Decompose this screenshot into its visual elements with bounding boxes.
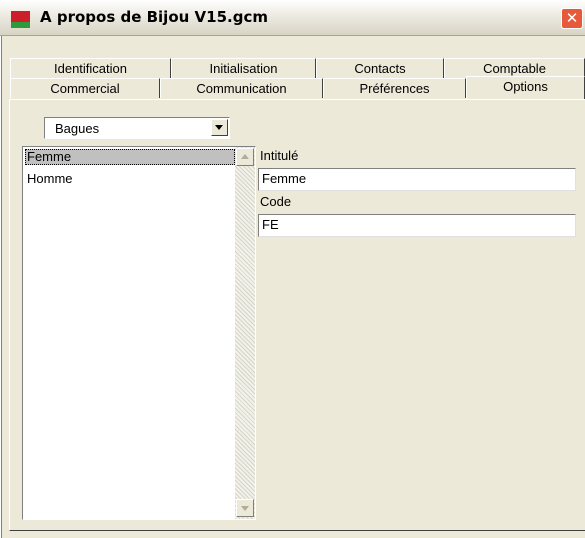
- category-select-value: Bagues: [55, 121, 100, 136]
- scroll-down-button[interactable]: [236, 499, 254, 517]
- tab-preferences[interactable]: Préférences: [323, 78, 466, 98]
- dropdown-button[interactable]: [211, 119, 228, 136]
- window-title: A propos de Bijou V15.gcm: [40, 8, 268, 26]
- close-icon: ✕: [565, 9, 579, 27]
- intitule-field[interactable]: Femme: [258, 168, 576, 191]
- window-frame: [0, 36, 2, 538]
- app-icon: [11, 11, 30, 28]
- close-button[interactable]: ✕: [561, 8, 583, 29]
- title-bar[interactable]: A propos de Bijou V15.gcm ✕: [0, 0, 585, 36]
- tab-options[interactable]: Options: [466, 76, 585, 99]
- scroll-down-icon: [241, 506, 249, 511]
- tab-comptable[interactable]: Comptable: [444, 58, 585, 78]
- tab-initialisation[interactable]: Initialisation: [171, 58, 316, 78]
- tab-contacts[interactable]: Contacts: [316, 58, 444, 78]
- chevron-down-icon: [215, 125, 223, 130]
- tab-communication[interactable]: Communication: [160, 78, 323, 98]
- scroll-up-button[interactable]: [236, 148, 254, 166]
- tab-commercial[interactable]: Commercial: [10, 78, 160, 98]
- options-list[interactable]: Femme Homme: [22, 146, 256, 520]
- code-field[interactable]: FE: [258, 214, 576, 237]
- list-item[interactable]: Femme: [25, 149, 235, 165]
- vertical-scrollbar[interactable]: [235, 147, 255, 519]
- code-label: Code: [260, 194, 292, 209]
- scroll-up-icon: [241, 154, 249, 159]
- category-select[interactable]: Bagues: [44, 117, 230, 139]
- intitule-label: Intitulé: [260, 148, 299, 163]
- list-item[interactable]: Homme: [25, 171, 235, 187]
- tab-identification[interactable]: Identification: [10, 58, 171, 78]
